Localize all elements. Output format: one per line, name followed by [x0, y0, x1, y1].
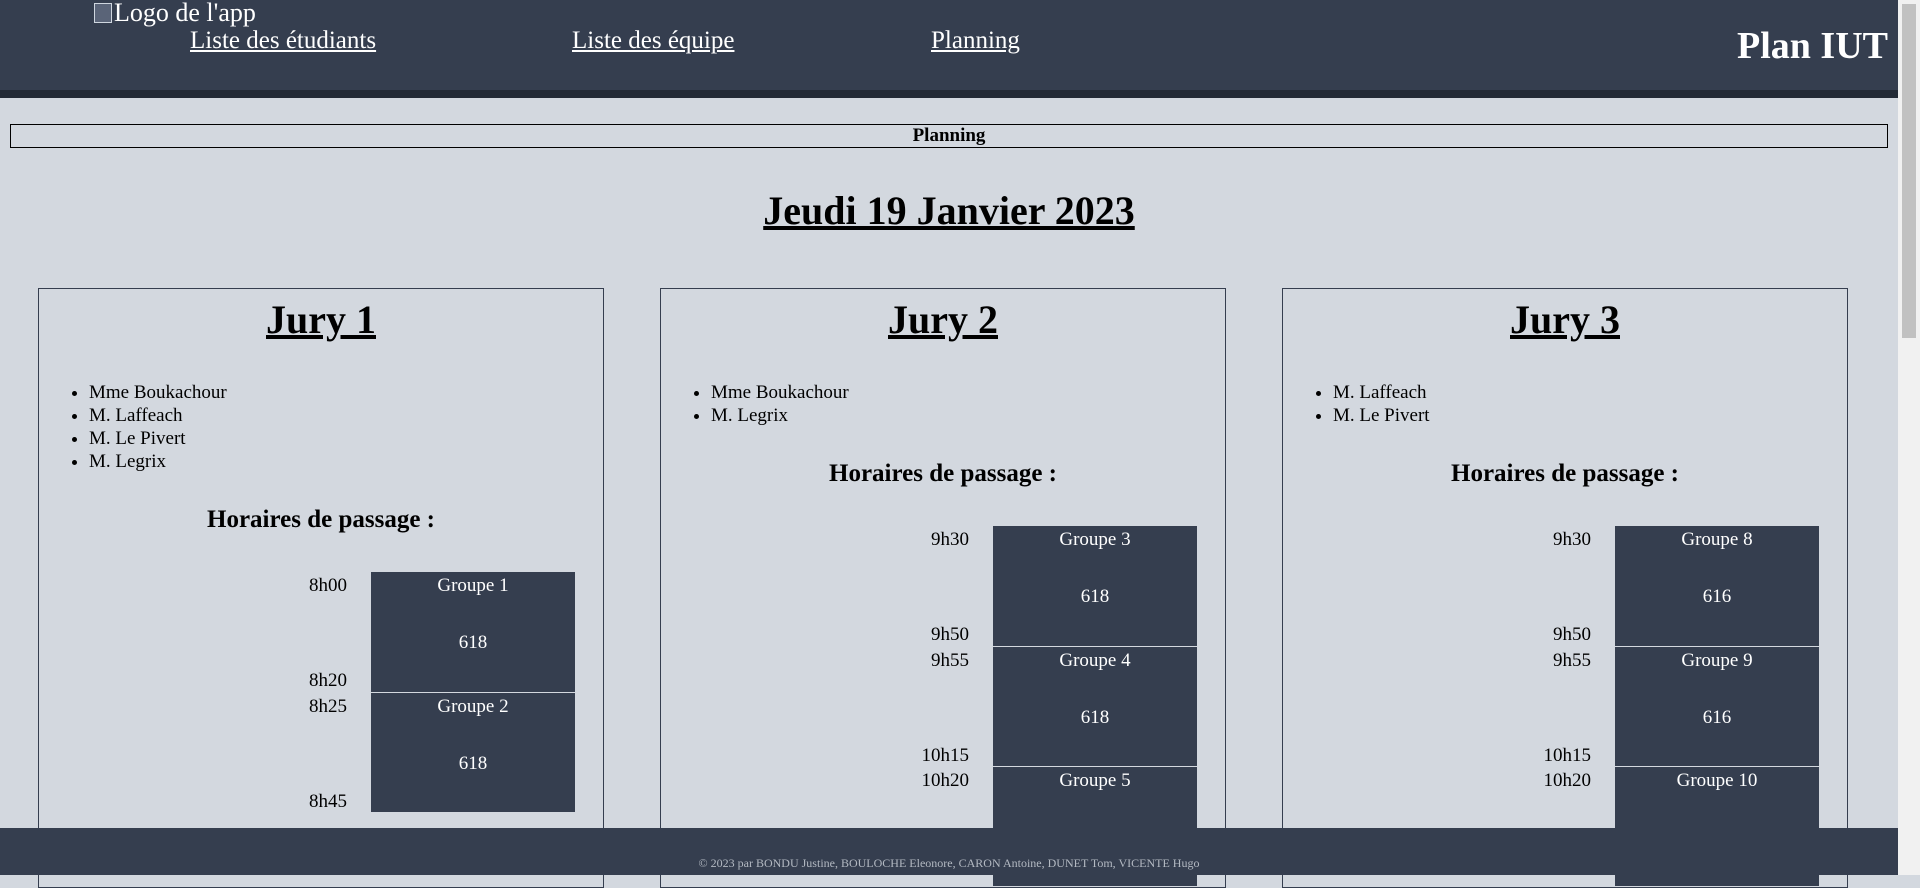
horaires-heading: Horaires de passage :	[829, 460, 1057, 487]
nav-link-etudiants[interactable]: Liste des étudiants	[190, 26, 376, 56]
horaires-heading: Horaires de passage :	[1451, 460, 1679, 487]
site-header: Logo de l'app Liste des étudiants Liste …	[0, 0, 1898, 98]
slot-block-groupe-9[interactable]: Groupe 9 616	[1615, 646, 1819, 766]
date-title: Jeudi 19 Janvier 2023	[763, 188, 1135, 233]
nav-link-planning[interactable]: Planning	[931, 26, 1020, 56]
slot-group: Groupe 3	[1059, 529, 1131, 550]
slot-start-time: 8h25	[309, 696, 347, 717]
slot-block-groupe-2[interactable]: Groupe 2 618	[371, 692, 575, 812]
list-item: M. Le Pivert	[89, 427, 227, 450]
site-footer: © 2023 par BONDU Justine, BOULOCHE Eleon…	[0, 828, 1898, 875]
slot-group: Groupe 5	[1059, 770, 1131, 791]
footer-credits: © 2023 par BONDU Justine, BOULOCHE Eleon…	[698, 856, 1200, 870]
slot-end-time: 8h45	[309, 791, 347, 812]
jury-members-list: Mme Boukachour M. Legrix	[711, 381, 849, 427]
slot-room: 618	[1080, 707, 1110, 728]
nav-link-equipes[interactable]: Liste des équipe	[572, 26, 734, 56]
list-item: Mme Boukachour	[711, 381, 849, 404]
jury-title: Jury 2	[888, 297, 998, 342]
slot-start-time: 9h55	[931, 650, 969, 671]
scrollbar-thumb[interactable]	[1902, 4, 1916, 338]
slot-group: Groupe 2	[437, 696, 509, 717]
slot-start-time: 10h20	[921, 770, 970, 791]
jury-members-list: M. Laffeach M. Le Pivert	[1333, 381, 1430, 427]
slot-start-time: 9h30	[931, 529, 969, 550]
slot-end-time: 9h50	[931, 624, 969, 645]
slot-room: 616	[1702, 707, 1732, 728]
jury-card-1: Jury 1 Mme Boukachour M. Laffeach M. Le …	[38, 288, 604, 888]
slot-room: 618	[458, 632, 488, 653]
jury-title: Jury 1	[266, 297, 376, 342]
brand-title: Plan IUT	[1737, 25, 1888, 67]
jury-card-2: Jury 2 Mme Boukachour M. Legrix Horaires…	[660, 288, 1226, 888]
logo-alt-text: Logo de l'app	[114, 0, 256, 27]
jury-title: Jury 3	[1510, 297, 1620, 342]
list-item: M. Laffeach	[89, 404, 227, 427]
slot-block-groupe-4[interactable]: Groupe 4 618	[993, 646, 1197, 766]
slot-room: 616	[1702, 586, 1732, 607]
slot-start-time: 9h30	[1553, 529, 1591, 550]
slot-end-time: 8h20	[309, 670, 347, 691]
slot-end-time: 10h15	[1543, 745, 1592, 766]
slot-room: 618	[458, 753, 488, 774]
slot-block-groupe-3[interactable]: Groupe 3 618	[993, 526, 1197, 646]
list-item: M. Le Pivert	[1333, 404, 1430, 427]
slot-start-time: 8h00	[309, 575, 347, 596]
broken-image-icon	[94, 3, 112, 23]
slot-start-time: 10h20	[1543, 770, 1592, 791]
list-item: M. Legrix	[89, 450, 227, 473]
slot-group: Groupe 1	[437, 575, 509, 596]
jury-card-3: Jury 3 M. Laffeach M. Le Pivert Horaires…	[1282, 288, 1848, 888]
slot-group: Groupe 9	[1681, 650, 1753, 671]
slot-block-groupe-1[interactable]: Groupe 1 618	[371, 572, 575, 692]
page-scrollbar[interactable]	[1898, 0, 1920, 875]
slot-group: Groupe 10	[1676, 770, 1758, 791]
horaires-heading: Horaires de passage :	[207, 506, 435, 533]
slot-block-groupe-8[interactable]: Groupe 8 616	[1615, 526, 1819, 646]
list-item: M. Legrix	[711, 404, 849, 427]
app-logo[interactable]: Logo de l'app	[94, 0, 256, 26]
slot-end-time: 9h50	[1553, 624, 1591, 645]
jury-members-list: Mme Boukachour M. Laffeach M. Le Pivert …	[89, 381, 227, 473]
slot-group: Groupe 4	[1059, 650, 1131, 671]
list-item: M. Laffeach	[1333, 381, 1430, 404]
list-item: Mme Boukachour	[89, 381, 227, 404]
slot-group: Groupe 8	[1681, 529, 1753, 550]
section-title: Planning	[10, 124, 1888, 148]
slot-room: 618	[1080, 586, 1110, 607]
slot-start-time: 9h55	[1553, 650, 1591, 671]
slot-end-time: 10h15	[921, 745, 970, 766]
